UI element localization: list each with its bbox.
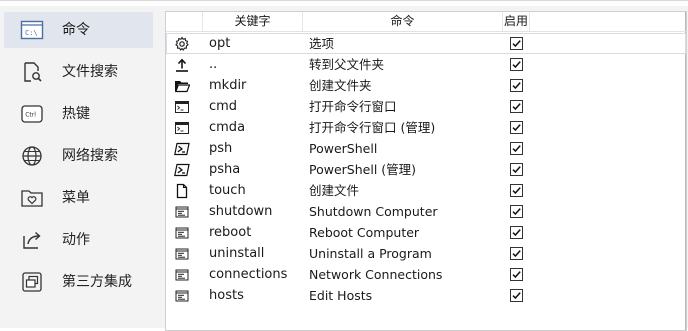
keyword-cell: psh	[209, 141, 233, 156]
share-arrow-icon	[20, 228, 44, 252]
command-cell: 打开命令行窗口 (管理)	[309, 120, 436, 135]
sidebar-item-label: 热键	[62, 106, 90, 122]
system-command-icon	[174, 225, 190, 241]
folder-open-icon	[174, 78, 190, 94]
keyword-cell: psha	[209, 162, 241, 177]
enabled-checkbox[interactable]	[510, 37, 523, 50]
command-cell: 创建文件夹	[309, 78, 372, 93]
command-icon-text: C:\	[25, 29, 38, 37]
keyword-cell: touch	[209, 183, 246, 198]
enabled-checkbox[interactable]	[510, 163, 523, 176]
command-cell: Shutdown Computer	[309, 204, 438, 219]
gear-icon	[174, 36, 190, 52]
sidebar-item-label: 网络搜索	[62, 148, 118, 164]
command-cell: Network Connections	[309, 267, 443, 282]
command-cell: 打开命令行窗口	[309, 99, 397, 114]
sidebar-item-commands[interactable]: C:\ 命令	[4, 12, 153, 48]
sidebar-item-label: 动作	[62, 232, 90, 248]
table-row[interactable]: psha PowerShell (管理)	[166, 159, 686, 180]
system-command-icon	[174, 267, 190, 283]
command-cell: 创建文件	[309, 183, 360, 198]
table-row[interactable]: psh PowerShell	[166, 138, 686, 159]
keyword-cell: opt	[209, 36, 231, 51]
enabled-checkbox[interactable]	[510, 100, 523, 113]
system-command-icon	[174, 288, 190, 304]
keyword-cell: ..	[209, 57, 218, 72]
system-command-icon	[174, 204, 190, 220]
command-cell: 转到父文件夹	[309, 57, 385, 72]
table-row[interactable]: cmd 打开命令行窗口	[166, 96, 686, 117]
header-enabled[interactable]: 启用	[503, 12, 530, 31]
sidebar-item-label: 第三方集成	[62, 274, 132, 290]
table-row[interactable]: mkdir 创建文件夹	[166, 75, 686, 96]
ctrl-icon-text: Ctrl	[25, 112, 36, 119]
table-row[interactable]: connections Network Connections	[166, 264, 686, 285]
upload-arrow-icon	[174, 57, 190, 73]
commands-table: 关键字 命令 启用 opt 选项.. 转到父文件夹 mkdir 创建文件夹 cmd 打开命令…	[165, 11, 687, 331]
table-row[interactable]: touch 创建文件	[166, 180, 686, 201]
folder-heart-icon	[20, 186, 44, 210]
command-cell: PowerShell (管理)	[309, 162, 417, 177]
command-cell: Edit Hosts	[309, 288, 373, 303]
table-row[interactable]: opt 选项	[166, 33, 686, 54]
keyword-cell: connections	[209, 267, 288, 282]
keyword-cell: cmd	[209, 99, 238, 114]
command-cell: 选项	[309, 36, 335, 51]
keyword-cell: mkdir	[209, 78, 247, 93]
file-icon	[174, 183, 190, 199]
enabled-checkbox[interactable]	[510, 205, 523, 218]
enabled-checkbox[interactable]	[510, 289, 523, 302]
header-icon-column[interactable]	[166, 12, 203, 31]
system-command-icon	[174, 246, 190, 262]
command-window-icon: C:\	[20, 18, 44, 42]
keyword-cell: hosts	[209, 288, 244, 303]
sidebar-item-actions[interactable]: 动作	[4, 222, 153, 258]
keyword-cell: cmda	[209, 120, 246, 135]
keyword-cell: shutdown	[209, 204, 273, 219]
file-search-icon	[20, 60, 44, 84]
sidebar: C:\ 命令 文件搜索 Ctrl 热键 网络搜索 菜单 动作 第三方集成	[0, 6, 157, 328]
terminal-icon	[174, 99, 190, 115]
sidebar-item-web-search[interactable]: 网络搜索	[4, 138, 153, 174]
table-row[interactable]: shutdown Shutdown Computer	[166, 201, 686, 222]
ctrl-key-icon: Ctrl	[20, 102, 44, 126]
table-row[interactable]: .. 转到父文件夹	[166, 54, 686, 75]
enabled-checkbox[interactable]	[510, 79, 523, 92]
powershell-icon	[174, 141, 190, 157]
enabled-checkbox[interactable]	[510, 226, 523, 239]
powershell-icon	[174, 162, 190, 178]
terminal-icon	[174, 120, 190, 136]
enabled-checkbox[interactable]	[510, 58, 523, 71]
sidebar-item-file-search[interactable]: 文件搜索	[4, 54, 153, 90]
main-area: 关键字 命令 启用 opt 选项.. 转到父文件夹 mkdir 创建文件夹 cmd 打开命令…	[157, 6, 688, 331]
sidebar-item-menu[interactable]: 菜单	[4, 180, 153, 216]
sidebar-item-label: 命令	[62, 22, 90, 38]
window-stack-icon	[20, 270, 44, 294]
header-keyword[interactable]: 关键字	[203, 12, 303, 31]
table-row[interactable]: uninstall Uninstall a Program	[166, 243, 686, 264]
enabled-checkbox[interactable]	[510, 121, 523, 134]
keyword-cell: reboot	[209, 225, 252, 240]
sidebar-item-label: 菜单	[62, 190, 90, 206]
enabled-checkbox[interactable]	[510, 142, 523, 155]
table-row[interactable]: reboot Reboot Computer	[166, 222, 686, 243]
sidebar-item-hotkeys[interactable]: Ctrl 热键	[4, 96, 153, 132]
table-row[interactable]: hosts Edit Hosts	[166, 285, 686, 306]
command-cell: Uninstall a Program	[309, 246, 432, 261]
enabled-checkbox[interactable]	[510, 184, 523, 197]
table-row[interactable]: cmda 打开命令行窗口 (管理)	[166, 117, 686, 138]
sidebar-item-integrations[interactable]: 第三方集成	[4, 264, 153, 300]
enabled-checkbox[interactable]	[510, 268, 523, 281]
command-cell: PowerShell	[309, 141, 378, 156]
globe-icon	[20, 144, 44, 168]
sidebar-item-label: 文件搜索	[62, 64, 118, 80]
command-cell: Reboot Computer	[309, 225, 420, 240]
enabled-checkbox[interactable]	[510, 247, 523, 260]
keyword-cell: uninstall	[209, 246, 265, 261]
header-command[interactable]: 命令	[303, 12, 503, 31]
table-header: 关键字 命令 启用	[166, 12, 686, 32]
